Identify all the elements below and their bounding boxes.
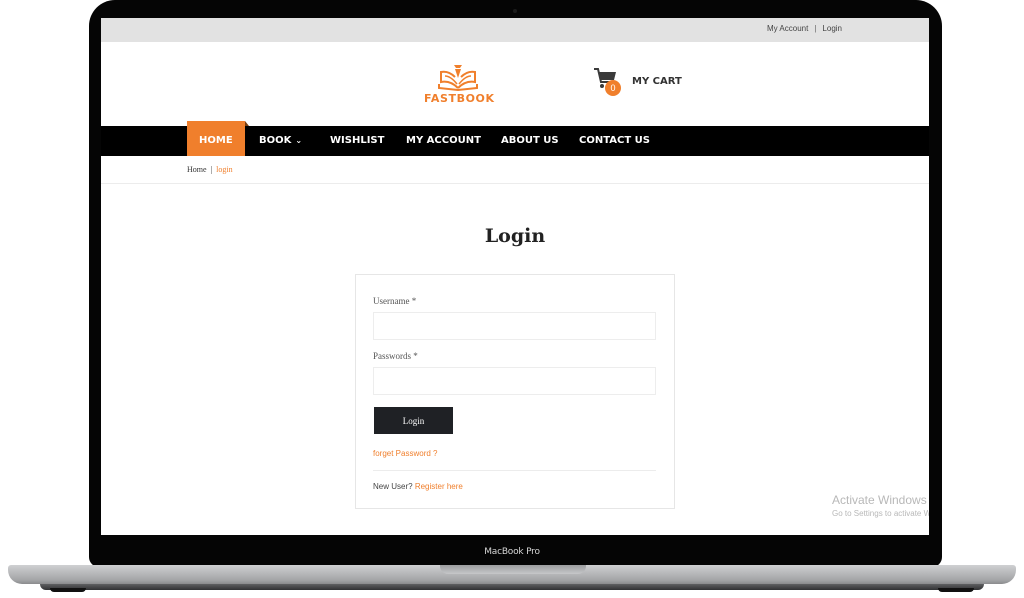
nav-item-book[interactable]: BOOK ⌄ [259, 126, 302, 156]
laptop-foot-right [938, 588, 974, 592]
watermark-title: Activate Windows [832, 493, 927, 507]
nav-item-label: MY ACCOUNT [406, 135, 481, 146]
login-form: Username * Passwords * Login forget Pass… [355, 274, 675, 509]
site-logo[interactable]: FASTBOOK [422, 64, 495, 105]
nav-item-my-account[interactable]: MY ACCOUNT [406, 126, 481, 156]
watermark-subtitle: Go to Settings to activate Windows. [832, 509, 929, 518]
page-title: Login [484, 225, 546, 247]
login-submit-button[interactable]: Login [374, 407, 453, 434]
nav-item-label: BOOK [259, 135, 292, 146]
nav-item-label: HOME [199, 135, 233, 146]
breadcrumb-bar: Home | login [101, 156, 929, 184]
laptop-foot-left [50, 588, 86, 592]
nav-item-contact-us[interactable]: CONTACT US [579, 126, 650, 156]
browser-screen: My Account | Login FASTBOOK 0 MY CART HO… [101, 18, 929, 535]
breadcrumb: Home | login [187, 165, 233, 174]
nav-item-label: CONTACT US [579, 135, 650, 146]
cart-count-badge: 0 [605, 80, 621, 96]
device-label: MacBook Pro [484, 547, 540, 557]
site-header: FASTBOOK 0 MY CART [101, 42, 929, 126]
top-links: My Account | Login [767, 24, 842, 33]
nav-item-home[interactable]: HOME [187, 121, 249, 156]
my-account-link[interactable]: My Account [767, 24, 808, 33]
open-book-logo-icon [438, 65, 478, 92]
laptop-notch [440, 565, 586, 574]
camera-icon [513, 9, 517, 13]
main-nav: HOME BOOK ⌄ WISHLIST MY ACCOUNT ABOUT US … [101, 121, 929, 156]
nav-item-label: ABOUT US [501, 135, 559, 146]
login-link[interactable]: Login [822, 24, 842, 33]
username-input[interactable] [373, 312, 656, 340]
nav-item-label: WISHLIST [330, 135, 385, 146]
top-utility-bar: My Account | Login [101, 18, 929, 42]
new-user-text: New User? [373, 482, 413, 491]
nav-item-about-us[interactable]: ABOUT US [501, 126, 559, 156]
chevron-down-icon: ⌄ [295, 136, 303, 145]
password-input[interactable] [373, 367, 656, 395]
password-label: Passwords * [373, 351, 418, 361]
new-user-row: New User? Register here [373, 482, 463, 491]
breadcrumb-separator: | [210, 165, 213, 174]
logo-text: FASTBOOK [424, 92, 495, 105]
top-links-separator: | [814, 24, 817, 33]
register-link[interactable]: Register here [415, 482, 463, 491]
cart-label: MY CART [632, 76, 682, 87]
breadcrumb-home[interactable]: Home [187, 165, 207, 174]
form-divider [373, 470, 656, 471]
username-label: Username * [373, 296, 417, 306]
forgot-password-link[interactable]: forget Password ? [373, 449, 437, 458]
laptop-base-lip [40, 584, 984, 590]
breadcrumb-current: login [216, 165, 233, 174]
nav-item-wishlist[interactable]: WISHLIST [330, 126, 384, 156]
windows-activation-watermark: Activate Windows Go to Settings to activ… [832, 493, 929, 518]
